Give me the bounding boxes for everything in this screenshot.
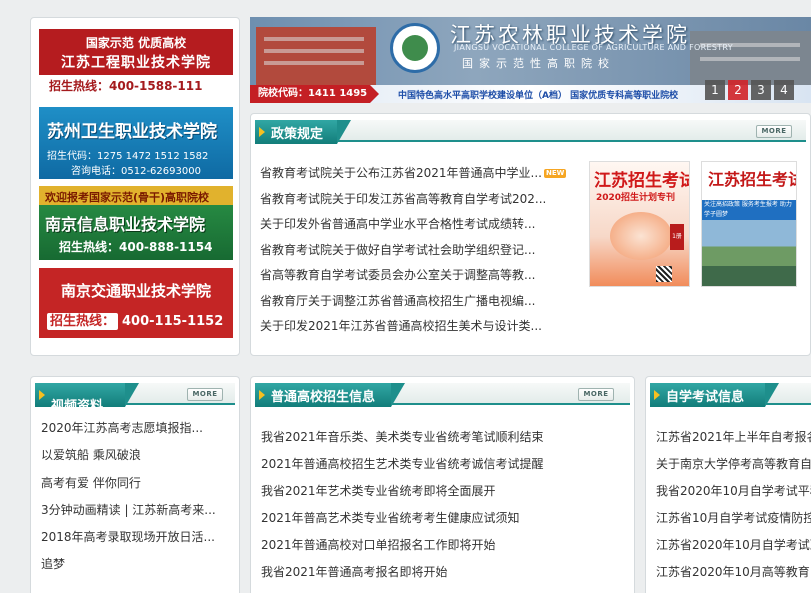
section-title: 普通高校招生信息: [271, 390, 376, 405]
list-item[interactable]: 江苏省2020年10月高等教育自: [656, 559, 811, 586]
magazine-issue: 2020招生计划专刊: [596, 193, 676, 203]
video-list: 2020年江苏高考志愿填报指... 以爱筑船 乘风破浪 高考有爱 伴你同行 3分…: [41, 415, 227, 579]
list-item[interactable]: 省教育考试院关于公布江苏省2021年普通高中学业... NEW: [260, 161, 570, 187]
banner-pager: 1 2 3 4: [705, 80, 794, 100]
new-badge: NEW: [543, 169, 567, 179]
list-item[interactable]: 我省2021年音乐类、美术类专业省统考笔试顺利结束: [261, 424, 621, 451]
list-item[interactable]: 省教育厅关于调整江苏省普通高校招生广播电视编...: [260, 289, 570, 315]
policy-list: 省教育考试院关于公布江苏省2021年普通高中学业... NEW 省教育考试院关于印…: [260, 161, 570, 340]
list-item[interactable]: 省教育考试院关于印发江苏省高等教育自学考试202...: [260, 187, 570, 213]
banner-subtitle: 国家示范性高职院校: [462, 57, 615, 70]
ad-school-name: 南京信息职业技术学院: [45, 215, 206, 234]
list-item[interactable]: 江苏省2021年上半年自考报名: [656, 424, 811, 451]
banner-page-1[interactable]: 1: [705, 80, 725, 100]
ad-hotline: 招生热线： 400-115-1152: [47, 310, 223, 330]
section-title: 自学考试信息: [666, 390, 745, 405]
self-study-list: 江苏省2021年上半年自考报名 关于南京大学停考高等教育自 我省2020年10月…: [656, 424, 811, 586]
list-item[interactable]: 2021年普通高校招生艺术类专业省统考诚信考试提醒: [261, 451, 621, 478]
ad-hotline: 招生热线：400-888-1154: [59, 240, 213, 254]
triangle-bullet-icon: [39, 390, 45, 400]
list-item[interactable]: 关于南京大学停考高等教育自: [656, 451, 811, 478]
list-item[interactable]: 追梦: [41, 551, 227, 578]
section-header: 自学考试信息: [646, 377, 811, 409]
magazine-title: 江苏招生考试: [708, 170, 797, 189]
self-study-panel: 自学考试信息 江苏省2021年上半年自考报名 关于南京大学停考高等教育自 我省2…: [645, 376, 811, 593]
magazine-title: 江苏招生考试: [594, 171, 690, 191]
banner-title-en: JIANGSU VOCATIONAL COLLEGE OF AGRICULTUR…: [454, 43, 733, 52]
magazine-badge: 1册: [670, 224, 684, 250]
ads-panel: 国家示范 优质高校 江苏工程职业技术学院 招生热线：400-1588-111 苏…: [30, 17, 240, 356]
section-title: 政策规定: [271, 127, 324, 142]
list-item[interactable]: 江苏省10月自学考试疫情防控: [656, 505, 811, 532]
list-item[interactable]: 关于印发外省普通高中学业水平合格性考试成绩转...: [260, 212, 570, 238]
ad-hotline: 招生热线：400-1588-111: [49, 79, 203, 93]
list-item[interactable]: 2021年普高艺术类专业省统考考生健康应试须知: [261, 505, 621, 532]
banner-page-3[interactable]: 3: [751, 80, 771, 100]
ad-jiangsu-engineering[interactable]: 国家示范 优质高校 江苏工程职业技术学院 招生热线：400-1588-111: [39, 29, 233, 99]
banner-tagline: 中国特色高水平高职学校建设单位（A档） 国家优质专科高等职业院校: [398, 91, 679, 101]
section-header: 政策规定 MORE: [251, 114, 810, 146]
ad-school-name: 南京交通职业技术学院: [60, 282, 211, 300]
ad-slogan: 国家示范 优质高校: [85, 36, 187, 50]
list-item[interactable]: 高考有爱 伴你同行: [41, 470, 227, 497]
triangle-bullet-icon: [259, 127, 265, 137]
ad-school-name: 江苏工程职业技术学院: [61, 55, 211, 71]
magazine-cover-2020[interactable]: 江苏招生考试 2020招生计划专刊 1册: [589, 161, 690, 287]
list-item[interactable]: 江苏省2020年10月自学考试准: [656, 532, 811, 559]
ad-codes: 招生代码：1275 1472 1512 1582: [47, 151, 209, 162]
school-code: 院校代码：1411 1495: [250, 85, 370, 103]
triangle-bullet-icon: [259, 390, 265, 400]
section-header: 普通高校招生信息 MORE: [251, 377, 634, 409]
list-item[interactable]: 以爱筑船 乘风破浪: [41, 442, 227, 469]
list-item[interactable]: 2018年高考录取现场开放日活...: [41, 524, 227, 551]
list-item[interactable]: 2021年普通高校对口单招报名工作即将开始: [261, 532, 621, 559]
triangle-bullet-icon: [654, 390, 660, 400]
list-item[interactable]: 我省2020年10月自学考试平稳: [656, 478, 811, 505]
more-button[interactable]: MORE: [187, 388, 223, 401]
qr-code-icon: [656, 266, 672, 282]
more-button[interactable]: MORE: [578, 388, 614, 401]
general-admission-panel: 普通高校招生信息 MORE 我省2021年音乐类、美术类专业省统考笔试顺利结束 …: [250, 376, 635, 593]
list-item[interactable]: 关于印发2021年江苏省普通高校招生美术与设计类...: [260, 314, 570, 340]
ad-suzhou-health[interactable]: 苏州卫生职业技术学院 招生代码：1275 1472 1512 1582 咨询电话…: [39, 107, 233, 179]
banner-page-2[interactable]: 2: [728, 80, 748, 100]
list-item[interactable]: 3分钟动画精读 | 江苏新高考来...: [41, 497, 227, 524]
ad-slogan: 欢迎报考国家示范(骨干)高职院校: [45, 191, 210, 204]
banner-page-4[interactable]: 4: [774, 80, 794, 100]
ad-nanjing-info[interactable]: 欢迎报考国家示范(骨干)高职院校 南京信息职业技术学院 招生热线：400-888…: [39, 186, 233, 260]
ad-nanjing-transport[interactable]: 南京交通职业技术学院 招生热线： 400-115-1152: [39, 268, 233, 338]
magazine-band: 关注高招政策 服务考生报考 助力学子圆梦: [702, 200, 796, 220]
list-item[interactable]: 省高等教育自学考试委员会办公室关于调整高等教...: [260, 263, 570, 289]
video-panel: 视频资料 MORE 2020年江苏高考志愿填报指... 以爱筑船 乘风破浪 高考…: [30, 376, 240, 593]
more-button[interactable]: MORE: [756, 125, 792, 138]
section-header: 视频资料 MORE: [31, 377, 239, 414]
list-item[interactable]: 2020年江苏高考志愿填报指...: [41, 415, 227, 442]
policy-panel: 政策规定 MORE 省教育考试院关于公布江苏省2021年普通高中学业... NEW…: [250, 113, 811, 356]
general-list: 我省2021年音乐类、美术类专业省统考笔试顺利结束 2021年普通高校招生艺术类…: [261, 424, 621, 586]
list-item[interactable]: 我省2021年普通高考报名即将开始: [261, 559, 621, 586]
list-item[interactable]: 省教育考试院关于做好自学考试社会助学组织登记...: [260, 238, 570, 264]
ad-phone: 咨询电话：0512-62693000: [71, 166, 201, 177]
section-title: 视频资料: [51, 399, 104, 414]
ad-school-name: 苏州卫生职业技术学院: [47, 122, 217, 142]
list-item[interactable]: 我省2021年艺术类专业省统考即将全面展开: [261, 478, 621, 505]
college-banner[interactable]: 江苏农林职业技术学院 JIANGSU VOCATIONAL COLLEGE OF…: [250, 17, 811, 103]
magazine-cover[interactable]: 江苏招生考试 关注高招政策 服务考生报考 助力学子圆梦: [701, 161, 797, 287]
